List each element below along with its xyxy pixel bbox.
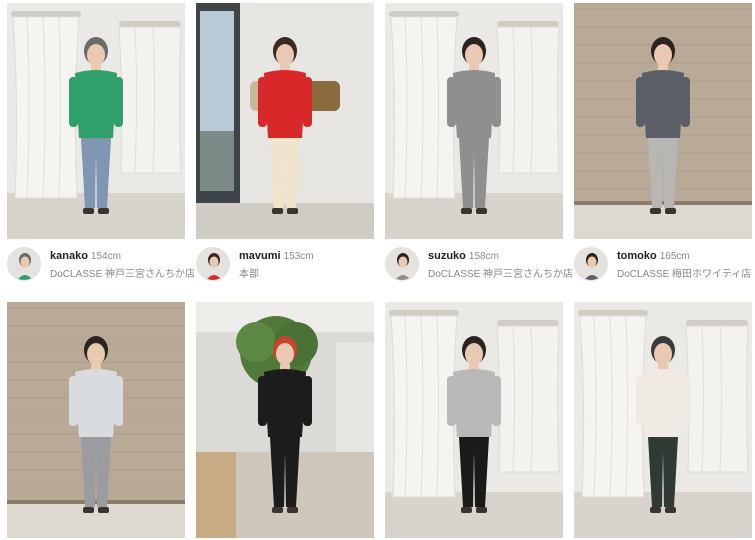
- outfit-photo[interactable]: [196, 302, 374, 538]
- avatar[interactable]: [7, 247, 41, 281]
- outfit-photo-image: [574, 3, 752, 239]
- staff-style-card[interactable]: tomoko 165cm DoCLASSE 梅田ホワイティ店: [574, 3, 752, 287]
- staff-name[interactable]: tomoko: [617, 250, 657, 262]
- outfit-photo[interactable]: [385, 3, 563, 239]
- staff-style-grid: kanako 154cm DoCLASSE 神戸三宮さんちか店 mavumi 1…: [0, 0, 755, 540]
- outfit-photo[interactable]: [574, 302, 752, 538]
- outfit-photo-image: [385, 302, 563, 538]
- staff-name[interactable]: kanako: [50, 250, 88, 262]
- staff-height: 153cm: [283, 251, 314, 262]
- outfit-photo-image: [385, 3, 563, 239]
- outfit-photo-image: [574, 302, 752, 538]
- staff-height: 165cm: [659, 251, 690, 262]
- staff-info: tomoko 165cm DoCLASSE 梅田ホワイティ店: [574, 247, 752, 287]
- outfit-photo[interactable]: [196, 3, 374, 239]
- outfit-photo-image: [7, 302, 185, 538]
- staff-info: kanako 154cm DoCLASSE 神戸三宮さんちか店: [7, 247, 195, 287]
- staff-height: 154cm: [90, 251, 121, 262]
- store-name: DoCLASSE 神戸三宮さんちか店: [50, 269, 196, 280]
- staff-style-card[interactable]: suzuko 158cm DoCLASSE 神戸三宮さんちか店: [385, 3, 573, 287]
- staff-name-line: kanako 154cm: [50, 250, 121, 262]
- avatar[interactable]: [385, 247, 419, 281]
- store-name: 本部: [239, 269, 259, 280]
- staff-style-card[interactable]: mavumi 153cm 本部: [196, 3, 374, 287]
- avatar[interactable]: [574, 247, 608, 281]
- staff-style-card[interactable]: [385, 302, 563, 538]
- staff-name[interactable]: mavumi: [239, 250, 281, 262]
- staff-style-card[interactable]: [7, 302, 185, 538]
- staff-height: 158cm: [468, 251, 499, 262]
- staff-name[interactable]: suzuko: [428, 250, 466, 262]
- staff-style-card[interactable]: [196, 302, 374, 538]
- staff-name-line: suzuko 158cm: [428, 250, 499, 262]
- staff-info: suzuko 158cm DoCLASSE 神戸三宮さんちか店: [385, 247, 573, 287]
- outfit-photo[interactable]: [7, 3, 185, 239]
- store-name: DoCLASSE 神戸三宮さんちか店: [428, 269, 574, 280]
- staff-style-card[interactable]: kanako 154cm DoCLASSE 神戸三宮さんちか店: [7, 3, 195, 287]
- outfit-photo-image: [7, 3, 185, 239]
- staff-info: mavumi 153cm 本部: [196, 247, 374, 287]
- outfit-photo[interactable]: [574, 3, 752, 239]
- staff-name-line: mavumi 153cm: [239, 250, 314, 262]
- outfit-photo-image: [196, 302, 374, 538]
- staff-name-line: tomoko 165cm: [617, 250, 690, 262]
- staff-style-card[interactable]: [574, 302, 752, 538]
- store-name: DoCLASSE 梅田ホワイティ店: [617, 269, 752, 280]
- outfit-photo-image: [196, 3, 374, 239]
- outfit-photo[interactable]: [385, 302, 563, 538]
- avatar[interactable]: [196, 247, 230, 281]
- outfit-photo[interactable]: [7, 302, 185, 538]
